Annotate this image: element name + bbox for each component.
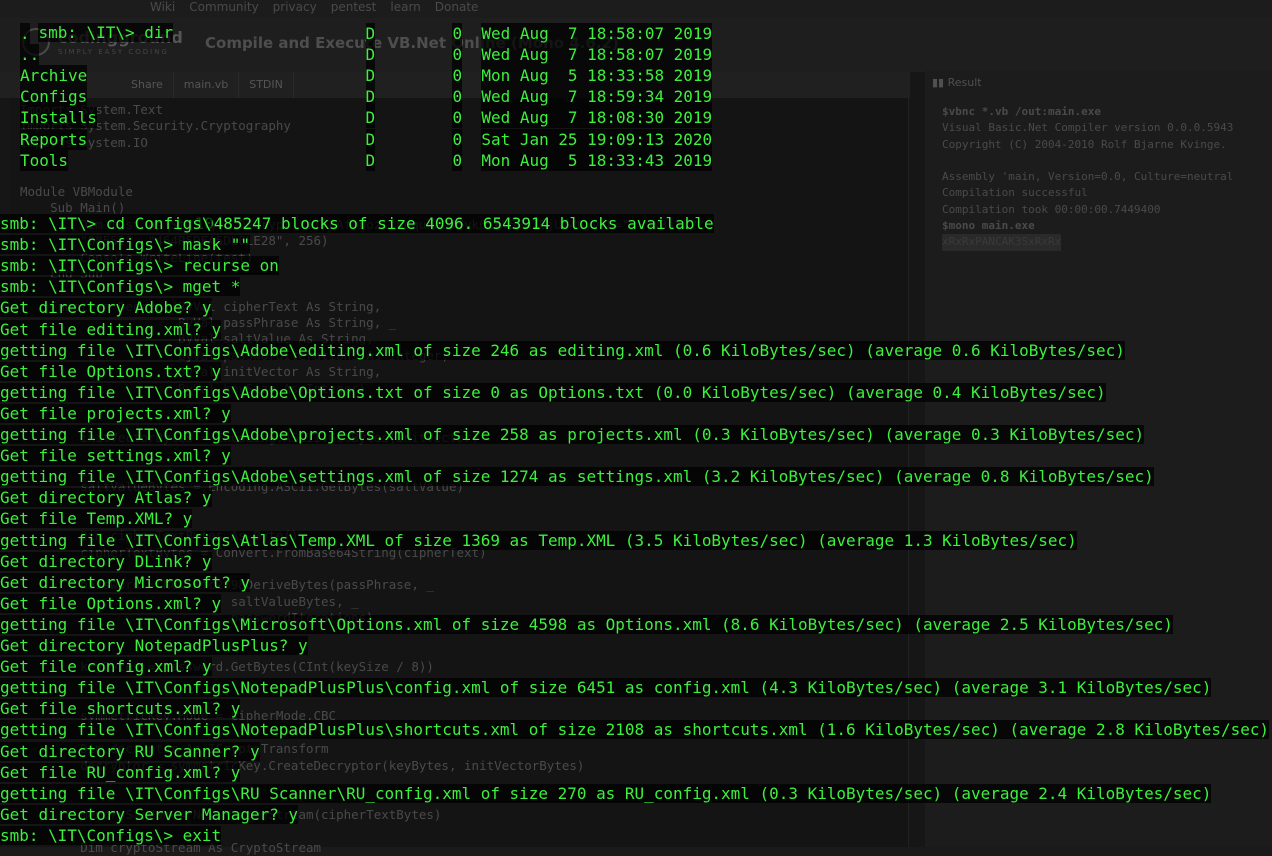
- terminal-line: smb: \IT\> dir: [0, 1, 174, 42]
- listing-size: 0: [452, 86, 463, 108]
- output-line: getting file \IT\Configs\Adobe\editing.x…: [0, 340, 1125, 360]
- terminal-line: getting file \IT\Configs\RU Scanner\RU_c…: [0, 783, 1212, 804]
- terminal-line: smb: \IT\Configs\> recurse on: [0, 255, 279, 276]
- listing-size: 0: [452, 65, 463, 87]
- output-line: Get file settings.xml? y: [0, 446, 231, 466]
- output-line: getting file \IT\Configs\Atlas\Temp.XML …: [0, 530, 1077, 550]
- terminal-line: Get file Options.xml? y: [0, 593, 222, 614]
- listing-name: ..: [19, 44, 40, 66]
- output-line: getting file \IT\Configs\Adobe\projects.…: [0, 425, 1145, 444]
- listing-row: Reports D 0 Sat Jan 25 19:09:13 2020: [0, 128, 1272, 150]
- command-line: smb: \IT\Configs\> exit: [0, 825, 222, 845]
- terminal-line: Get directory Server Manager? y: [0, 804, 299, 825]
- listing-date: Wed Aug 7 18:59:34 2019: [481, 86, 713, 108]
- listing-attr: D: [365, 65, 376, 87]
- output-line: getting file \IT\Configs\NotepadPlusPlus…: [0, 720, 1270, 740]
- output-line: Get file projects.xml? y: [0, 403, 231, 423]
- listing-row: Installs D 0 Wed Aug 7 18:08:30 2019: [0, 107, 1272, 129]
- output-line: Get directory Microsoft? y: [0, 572, 250, 592]
- listing-attr: D: [365, 86, 376, 108]
- terminal-window[interactable]: smb: \IT\> dir . D 0 Wed Aug 7 18:58:07 201…: [0, 0, 1272, 847]
- terminal-line: getting file \IT\Configs\Adobe\settings.…: [0, 466, 1154, 487]
- output-line: Get file RU_config.xml? y: [0, 762, 241, 782]
- command-line: smb: \IT\Configs\> mget *: [0, 277, 241, 297]
- terminal-line: Get file shortcuts.xml? y: [0, 698, 241, 719]
- output-line: Get file Temp.XML? y: [0, 509, 193, 529]
- terminal-line: smb: \IT\Configs\> mask "": [0, 234, 250, 255]
- terminal-line: Get directory DLink? y: [0, 551, 212, 572]
- output-line: getting file \IT\Configs\Adobe\settings.…: [0, 467, 1154, 487]
- terminal-line: 10485247 blocks of size 4096. 6543914 bl…: [156, 192, 714, 233]
- listing-attr: D: [365, 23, 376, 44]
- output-line: Get directory DLink? y: [0, 551, 212, 571]
- terminal-line: smb: \IT\Configs\> exit: [0, 825, 222, 846]
- output-line: Get directory RU Scanner? y: [0, 741, 260, 761]
- listing-size: 0: [452, 107, 463, 129]
- listing-date: Wed Aug 7 18:08:30 2019: [481, 107, 713, 129]
- listing-name: Configs: [19, 86, 88, 108]
- listing-row: Configs D 0 Wed Aug 7 18:59:34 2019: [0, 86, 1272, 108]
- terminal-line: Get file settings.xml? y: [0, 445, 231, 466]
- listing-size: 0: [452, 23, 463, 44]
- terminal-line: Get directory NotepadPlusPlus? y: [0, 635, 308, 656]
- listing-date: Wed Aug 7 18:58:07 2019: [481, 44, 713, 66]
- listing-date: Sat Jan 25 19:09:13 2020: [481, 128, 713, 150]
- listing-size: 0: [452, 128, 463, 150]
- listing-row: . D 0 Wed Aug 7 18:58:07 2019: [0, 23, 1272, 44]
- terminal-line: Get file editing.xml? y: [0, 319, 222, 340]
- command-line: smb: \IT\> cd Configs\: [0, 214, 212, 233]
- listing-name: Archive: [19, 65, 88, 87]
- listing-name: Reports: [19, 128, 88, 150]
- output-line: Get directory Adobe? y: [0, 298, 212, 318]
- terminal-line: Get directory Adobe? y: [0, 297, 212, 318]
- output-line: Get file config.xml? y: [0, 657, 212, 677]
- terminal-line: Get file config.xml? y: [0, 656, 212, 677]
- blocks-summary: 10485247 blocks of size 4096. 6543914 bl…: [194, 214, 714, 233]
- listing-size: 0: [452, 44, 463, 66]
- terminal-line: getting file \IT\Configs\Atlas\Temp.XML …: [0, 530, 1077, 551]
- output-line: getting file \IT\Configs\NotepadPlusPlus…: [0, 678, 1212, 698]
- terminal-line: Get file projects.xml? y: [0, 403, 231, 424]
- output-line: getting file \IT\Configs\Microsoft\Optio…: [0, 614, 1173, 634]
- output-line: Get directory Atlas? y: [0, 488, 212, 508]
- output-line: Get directory NotepadPlusPlus? y: [0, 636, 308, 655]
- terminal-line: Get directory Microsoft? y: [0, 572, 250, 593]
- listing-name: .: [19, 23, 30, 44]
- terminal-line: Get file Temp.XML? y: [0, 508, 193, 529]
- output-line: getting file \IT\Configs\Adobe\Options.t…: [0, 382, 1106, 402]
- terminal-line: getting file \IT\Configs\Adobe\Options.t…: [0, 382, 1106, 403]
- terminal-line: Get directory RU Scanner? y: [0, 741, 260, 762]
- terminal-line: smb: \IT\> cd Configs\: [0, 213, 212, 234]
- listing-date: Wed Aug 7 18:58:07 2019: [481, 23, 713, 44]
- terminal-line: getting file \IT\Configs\Adobe\editing.x…: [0, 340, 1125, 361]
- output-line: Get file editing.xml? y: [0, 319, 222, 339]
- listing-date: Mon Aug 5 18:33:58 2019: [481, 65, 713, 87]
- listing-attr: D: [365, 128, 376, 150]
- terminal-line: getting file \IT\Configs\Adobe\projects.…: [0, 424, 1145, 445]
- terminal-line: Get file Options.txt? y: [0, 361, 222, 382]
- output-line: Get file Options.xml? y: [0, 593, 222, 613]
- output-line: getting file \IT\Configs\RU Scanner\RU_c…: [0, 783, 1212, 803]
- listing-name: Tools: [19, 149, 69, 171]
- listing-name: Installs: [19, 107, 97, 129]
- command-line: smb: \IT\Configs\> recurse on: [0, 256, 279, 276]
- output-line: Get directory Server Manager? y: [0, 804, 299, 824]
- terminal-line: getting file \IT\Configs\Microsoft\Optio…: [0, 614, 1173, 635]
- terminal-line: smb: \IT\Configs\> mget *: [0, 276, 241, 297]
- listing-date: Mon Aug 5 18:33:43 2019: [481, 149, 713, 171]
- listing-row: Tools D 0 Mon Aug 5 18:33:43 2019: [0, 149, 1272, 171]
- listing-attr: D: [365, 107, 376, 129]
- command-line: smb: \IT\Configs\> mask "": [0, 235, 250, 255]
- terminal-line: getting file \IT\Configs\NotepadPlusPlus…: [0, 719, 1270, 740]
- listing-row: .. D 0 Wed Aug 7 18:58:07 2019: [0, 44, 1272, 66]
- terminal-line: getting file \IT\Configs\NotepadPlusPlus…: [0, 677, 1212, 698]
- listing-attr: D: [365, 44, 376, 66]
- terminal-line: Get directory Atlas? y: [0, 487, 212, 508]
- listing-row: Archive D 0 Mon Aug 5 18:33:58 2019: [0, 65, 1272, 87]
- listing-attr: D: [365, 149, 376, 171]
- listing-size: 0: [452, 149, 463, 171]
- terminal-line: Get file RU_config.xml? y: [0, 762, 241, 783]
- output-line: Get file Options.txt? y: [0, 361, 222, 381]
- output-line: Get file shortcuts.xml? y: [0, 699, 241, 719]
